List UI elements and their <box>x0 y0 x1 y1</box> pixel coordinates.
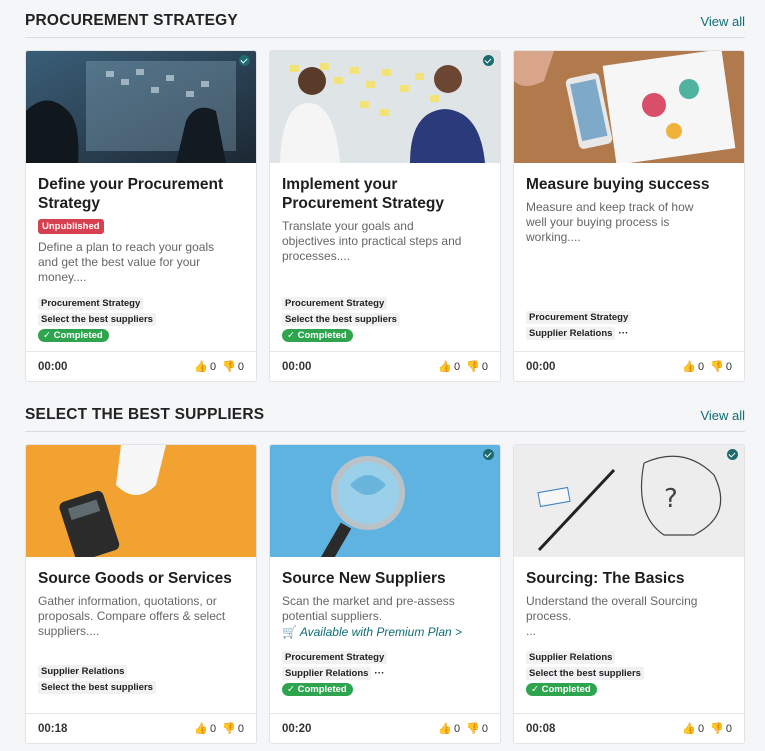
card-description: Gather information, quotations, or propos… <box>38 594 226 638</box>
premium-plan-link[interactable]: 🛒 Available with Premium Plan > <box>282 625 488 639</box>
completed-badge: ✓ Completed <box>38 329 109 342</box>
course-thumbnail <box>514 51 744 163</box>
cart-icon: 🛒 <box>282 625 297 639</box>
thumbs-up-icon[interactable]: 👍 0 <box>682 723 704 735</box>
completed-check-icon <box>483 449 494 460</box>
thumbs-up-icon[interactable]: 👍 0 <box>194 361 216 373</box>
card-description: Define a plan to reach your goals and get… <box>38 240 215 284</box>
duration: 00:00 <box>38 361 68 373</box>
duration: 00:08 <box>526 723 556 735</box>
card-footer: 00:00 👍 0 👎 0 <box>270 351 500 381</box>
completed-check-icon <box>239 55 250 66</box>
card-tags: Procurement Strategy Select the best sup… <box>282 293 488 342</box>
card-body: Implement your Procurement Strategy Trans… <box>282 175 488 264</box>
course-card[interactable]: Implement your Procurement Strategy Trans… <box>269 50 501 382</box>
more-tags-indicator[interactable]: ··· <box>618 328 628 339</box>
view-all-link[interactable]: View all <box>700 408 745 423</box>
course-thumbnail <box>270 51 500 163</box>
duration: 00:00 <box>526 361 556 373</box>
duration: 00:18 <box>38 723 68 735</box>
duration: 00:00 <box>282 361 312 373</box>
card-tags: Procurement Strategy Supplier Relations ·… <box>526 307 732 340</box>
svg-text:?: ? <box>664 484 678 514</box>
section-title: PROCUREMENT STRATEGY <box>25 12 238 29</box>
card-description: Measure and keep track of how well your b… <box>526 200 694 244</box>
card-description: Understand the overall Sourcing process..… <box>526 594 698 638</box>
card-grid: Define your Procurement Strategy Unpublis… <box>25 50 745 382</box>
card-title: Source Goods or Services <box>38 570 232 587</box>
course-thumbnail <box>270 445 500 557</box>
thumbs-down-icon[interactable]: 👎 0 <box>710 723 732 735</box>
card-tags: Procurement Strategy Supplier Relations ·… <box>282 647 488 696</box>
thumbs-down-icon[interactable]: 👎 0 <box>222 361 244 373</box>
thumbs-up-icon[interactable]: 👍 0 <box>438 723 460 735</box>
course-card[interactable]: Measure buying success Measure and keep … <box>513 50 745 382</box>
card-body: Measure buying success Measure and keep … <box>526 175 732 245</box>
section-header: SELECT THE BEST SUPPLIERS View all <box>25 406 745 432</box>
thumbs-down-icon[interactable]: 👎 0 <box>710 361 732 373</box>
course-card[interactable]: Define your Procurement Strategy Unpublis… <box>25 50 257 382</box>
thumbs-up-icon[interactable]: 👍 0 <box>438 361 460 373</box>
card-tags: Supplier Relations Select the best suppl… <box>526 647 732 696</box>
course-thumbnail <box>26 51 256 163</box>
completed-check-icon <box>727 449 738 460</box>
card-footer: 00:00 👍 0 👎 0 <box>514 351 744 381</box>
card-description: Scan the market and pre-assess potential … <box>282 594 455 623</box>
card-body: Define your Procurement Strategy Unpublis… <box>38 175 244 285</box>
thumbs-down-icon[interactable]: 👎 0 <box>222 723 244 735</box>
course-card[interactable]: Source Goods or Services Gather informat… <box>25 444 257 744</box>
card-footer: 00:18 👍 0 👎 0 <box>26 713 256 743</box>
completed-check-icon <box>483 55 494 66</box>
completed-badge: ✓ Completed <box>282 683 353 696</box>
card-footer: 00:20 👍 0 👎 0 <box>270 713 500 743</box>
completed-badge: ✓ Completed <box>282 329 353 342</box>
card-title: Implement your Procurement Strategy <box>282 176 444 212</box>
card-title: Source New Suppliers <box>282 570 446 587</box>
thumbs-down-icon[interactable]: 👎 0 <box>466 361 488 373</box>
view-all-link[interactable]: View all <box>700 14 745 29</box>
card-grid: Source Goods or Services Gather informat… <box>25 444 745 744</box>
card-title: Define your Procurement Strategy <box>38 176 224 212</box>
unpublished-badge: Unpublished <box>38 219 104 234</box>
course-card[interactable]: Source New Suppliers Scan the market and… <box>269 444 501 744</box>
card-footer: 00:00 👍 0 👎 0 <box>26 351 256 381</box>
thumbs-down-icon[interactable]: 👎 0 <box>466 723 488 735</box>
card-title: Sourcing: The Basics <box>526 570 685 587</box>
tag[interactable]: Supplier Relations <box>526 327 616 340</box>
card-body: Source Goods or Services Gather informat… <box>38 569 244 639</box>
card-body: Sourcing: The Basics Understand the over… <box>526 569 732 639</box>
thumbs-up-icon[interactable]: 👍 0 <box>682 361 704 373</box>
section-header: PROCUREMENT STRATEGY View all <box>25 12 745 38</box>
section-select-best-suppliers: SELECT THE BEST SUPPLIERS View all Sourc… <box>25 406 745 746</box>
course-thumbnail: ? <box>514 445 744 557</box>
section-title: SELECT THE BEST SUPPLIERS <box>25 406 265 423</box>
completed-badge: ✓ Completed <box>526 683 597 696</box>
course-thumbnail <box>26 445 256 557</box>
section-procurement-strategy: PROCUREMENT STRATEGY View all Define you… <box>25 12 745 382</box>
card-description: Translate your goals and objectives into … <box>282 219 462 263</box>
card-title: Measure buying success <box>526 176 710 193</box>
thumbs-up-icon[interactable]: 👍 0 <box>194 723 216 735</box>
card-tags: Supplier Relations Select the best suppl… <box>38 661 244 694</box>
card-footer: 00:08 👍 0 👎 0 <box>514 713 744 743</box>
card-body: Source New Suppliers Scan the market and… <box>282 569 488 639</box>
card-tags: Procurement Strategy Select the best sup… <box>38 293 244 342</box>
course-card[interactable]: ? Sourcing: The Basics Understand the ov… <box>513 444 745 744</box>
tag[interactable]: Select the best suppliers <box>38 681 156 694</box>
more-tags-indicator[interactable]: ··· <box>374 668 384 679</box>
duration: 00:20 <box>282 723 312 735</box>
